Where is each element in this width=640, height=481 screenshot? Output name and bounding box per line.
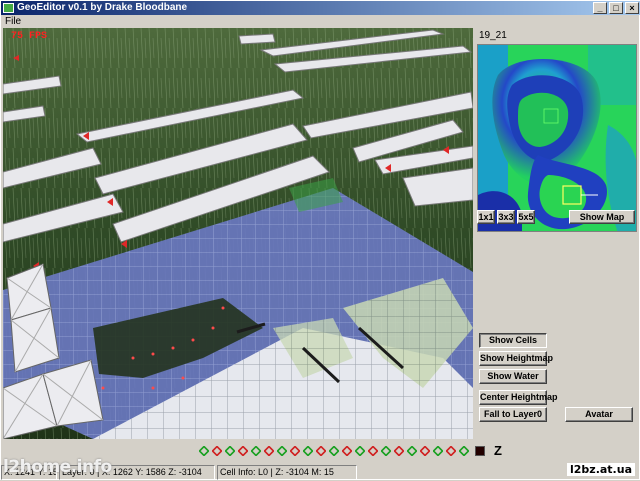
show-heightmap-button[interactable]: Show Heightmap [479,351,553,366]
close-button[interactable]: × [625,2,639,14]
layer-diamond-button[interactable] [459,446,469,456]
window-title: GeoEditor v0.1 by Drake Bloodbane [17,2,188,13]
avatar-button[interactable]: Avatar [565,407,633,422]
terrain-scene [3,28,473,439]
title-bar[interactable]: GeoEditor v0.1 by Drake Bloodbane _ □ × [1,1,640,15]
layer-diamond-button[interactable] [381,446,391,456]
layer-diamond-button[interactable] [446,446,456,456]
side-panel: 19_21 1x1 3x3 5x5 Show Map Show Cells Sh… [475,28,639,439]
menu-file[interactable]: File [5,16,21,27]
zoom-3x3-button[interactable]: 3x3 [497,210,515,224]
app-window: GeoEditor v0.1 by Drake Bloodbane _ □ × … [0,0,640,480]
layer-diamond-button[interactable] [342,446,352,456]
3d-viewport[interactable]: 75 FPS [3,28,473,439]
fall-to-layer-button[interactable]: Fall to Layer0 [479,407,547,422]
layer-diamond-button[interactable] [368,446,378,456]
layer-diamond-button[interactable] [212,446,222,456]
app-icon [3,3,14,13]
heightmap-minimap[interactable] [477,44,637,232]
show-map-button[interactable]: Show Map [569,210,635,224]
minimize-button[interactable]: _ [593,2,607,14]
zoom-5x5-button[interactable]: 5x5 [517,210,535,224]
map-region-label: 19_21 [479,30,507,41]
center-heightmap-button[interactable]: Center Heightmap [479,390,558,405]
fps-counter: 75 FPS [11,31,48,42]
layer-diamond-button[interactable] [290,446,300,456]
zoom-1x1-button[interactable]: 1x1 [477,210,495,224]
watermark-left: l2home.info [3,457,112,477]
layer-diamond-button[interactable] [433,446,443,456]
layer-diamond-button[interactable] [225,446,235,456]
menu-bar: File [1,15,640,28]
layer-color-swatch[interactable] [475,446,485,456]
show-water-button[interactable]: Show Water [479,369,547,384]
layer-diamond-button[interactable] [251,446,261,456]
maximize-button[interactable]: □ [609,2,623,14]
layer-diamond-button[interactable] [329,446,339,456]
layer-diamond-button[interactable] [264,446,274,456]
layer-diamond-button[interactable] [420,446,430,456]
layer-diamond-button[interactable] [303,446,313,456]
layer-diamond-button[interactable] [394,446,404,456]
layer-diamond-button[interactable] [277,446,287,456]
status-cell-info: Cell Info: L0 | Z: -3104 M: 15 [217,465,357,480]
watermark-right: l2bz.at.ua [567,463,635,476]
layer-diamond-button[interactable] [407,446,417,456]
layer-diamonds: Z [199,443,502,458]
layer-diamond-button[interactable] [238,446,248,456]
show-cells-button[interactable]: Show Cells [479,333,547,348]
z-label: Z [494,443,502,458]
layer-diamond-button[interactable] [199,446,209,456]
heightmap-image [478,45,636,231]
layer-diamond-button[interactable] [355,446,365,456]
layer-diamond-button[interactable] [316,446,326,456]
